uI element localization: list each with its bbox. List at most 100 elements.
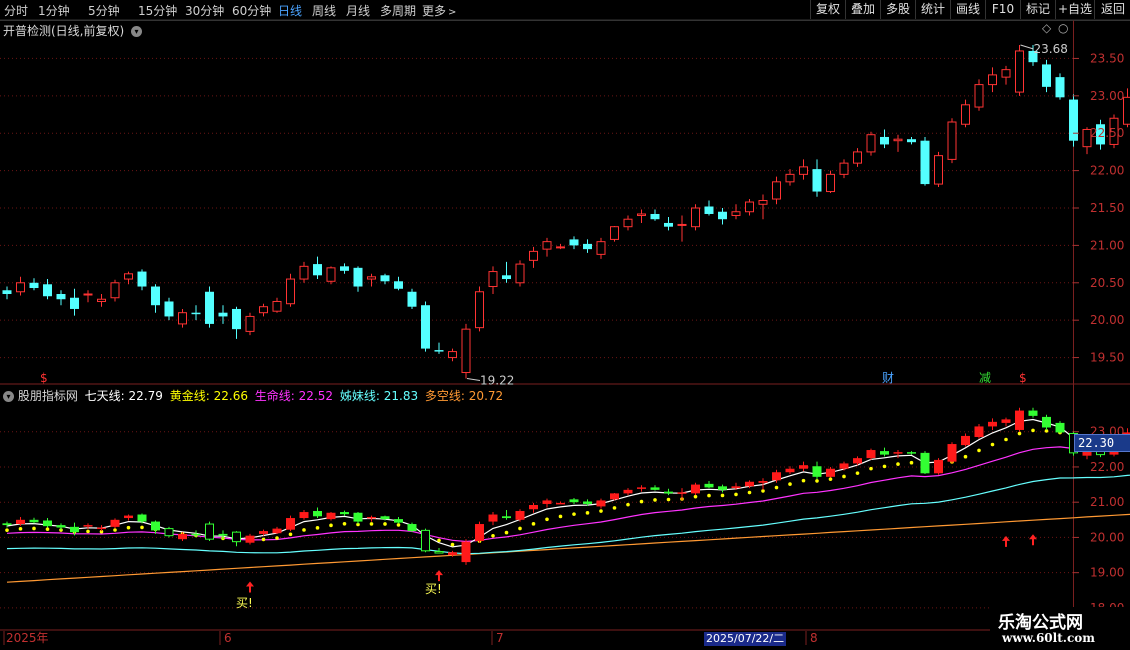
ind-candle-down	[1042, 416, 1051, 428]
main-y-axis: 19.50 20.00 20.50 21.00 21.50 22.00 22.50 23.00…	[1073, 51, 1124, 365]
ind-candle-down	[151, 521, 160, 531]
candle-body-down	[380, 275, 390, 282]
watermark-title: 乐淘公式网	[998, 613, 1083, 633]
ind-candle-up	[610, 493, 619, 500]
candle-body-up	[529, 250, 538, 261]
candle-body-up	[286, 278, 295, 305]
ind-candle-up	[826, 468, 835, 477]
y-tick-label: 20.00	[1090, 313, 1124, 327]
ind-candle-hollow	[164, 528, 174, 537]
y-tick-label: 19.50	[1090, 351, 1124, 365]
ind-candle-up	[529, 505, 538, 510]
candle-body-up	[83, 293, 93, 296]
candle-body-up	[488, 271, 498, 288]
candle-body-up	[1015, 50, 1024, 93]
candle-body-up	[610, 226, 619, 240]
series-huangjin-dot	[1031, 428, 1035, 433]
candle-body-up	[245, 315, 255, 332]
candle-body-up	[326, 267, 336, 282]
candle-body-up	[934, 155, 943, 185]
series-huangjin-dot	[383, 522, 387, 526]
candle-body-up	[974, 84, 984, 108]
y-tick-label: 21.00	[1090, 495, 1124, 509]
series-huangjin-dot	[5, 528, 9, 532]
series-huangjin-dot	[545, 517, 549, 522]
low-label: 19.22	[480, 374, 514, 388]
ind-candle-down	[29, 519, 39, 523]
buy-label: 买!	[425, 582, 442, 596]
ind-candle-up	[448, 552, 457, 556]
series-huangjin-dot	[896, 462, 900, 466]
candle-body-down	[1069, 99, 1078, 141]
candle-body-down	[56, 294, 66, 300]
candle-body-up	[461, 328, 471, 374]
series-huangjin-dot	[261, 537, 266, 542]
low-pointer	[466, 378, 481, 381]
candle-body-up	[637, 213, 646, 216]
candle-body-up	[1123, 96, 1130, 125]
y-tick-label: 21.00	[1090, 238, 1124, 252]
series-shengming-line	[6, 446, 1130, 543]
candle-body-down	[407, 291, 417, 307]
candle-body-down	[907, 139, 916, 143]
ind-candle-up	[947, 444, 957, 462]
candle-body-down	[353, 267, 363, 287]
candle-body-down	[569, 239, 579, 246]
candle-body-up	[988, 74, 997, 86]
series-huangjin-dot	[315, 526, 320, 530]
y-tick-label: 22.00	[1090, 164, 1124, 178]
candle-body-down	[583, 243, 592, 250]
candle-body-up	[178, 312, 187, 325]
ind-candle-up	[367, 516, 376, 519]
candle-body-down	[151, 286, 160, 306]
candle-body-down	[434, 350, 444, 352]
series-huangjin-dot	[815, 479, 819, 483]
candle-body-up	[556, 246, 565, 249]
candle-body-up	[272, 300, 282, 312]
ind-candle-up	[745, 481, 754, 487]
candle-body-up	[947, 121, 957, 160]
candle-body-up	[785, 173, 795, 183]
candle-body-down	[718, 211, 727, 220]
ind-candle-down	[353, 512, 363, 522]
candle-body-down	[650, 213, 660, 220]
ind-candle-up	[893, 452, 903, 454]
candle-body-up	[475, 291, 484, 329]
series-huangjin-dot	[693, 494, 698, 499]
ind-candle-up	[623, 489, 633, 494]
ind-candle-up	[866, 450, 876, 459]
series-huangjin-dot	[437, 538, 441, 543]
x-tick-label: 2025年	[6, 631, 49, 645]
candle-body-up	[16, 282, 25, 293]
ind-candle-hollow	[434, 551, 444, 554]
ind-candle-down	[218, 533, 228, 536]
series-huangjin-dot	[342, 522, 347, 526]
ind-candle-up	[988, 421, 997, 427]
ind-candle-down	[650, 487, 660, 490]
candle-body-down	[313, 264, 322, 276]
series-huangjin-dot	[113, 528, 117, 532]
y-tick-label: 22.00	[1090, 460, 1124, 474]
candle-body-up	[799, 166, 808, 175]
series-huangjin-dot	[1004, 437, 1008, 442]
candle-body-down	[880, 136, 889, 145]
ind-candle-up	[677, 492, 687, 494]
buy-label: 买!	[236, 596, 253, 610]
candle-body-down	[2, 290, 12, 294]
ind-candle-hollow	[205, 523, 214, 540]
ind-candle-down	[407, 524, 417, 532]
ind-candle-up	[637, 487, 646, 489]
candle-body-up	[826, 173, 835, 193]
ind-candle-down	[583, 501, 592, 504]
main-annotations: 23.68 19.22 $ 财 减 $	[40, 42, 1068, 388]
ind-candle-down	[313, 511, 322, 517]
x-tick-label: 7	[496, 631, 504, 645]
current-value-box: 22.30	[1074, 434, 1130, 452]
chart-area[interactable]: 19.50 20.00 20.50 21.00 21.50 22.00 22.50 23.00…	[0, 0, 1130, 650]
series-huangjin-dot	[329, 523, 333, 528]
series-huangjin-dot	[734, 492, 738, 497]
series-huangjin-dot	[963, 454, 968, 459]
series-huangjin-dot	[666, 497, 671, 502]
series-huangjin-dot	[842, 474, 846, 479]
candle-body-down	[191, 312, 201, 315]
